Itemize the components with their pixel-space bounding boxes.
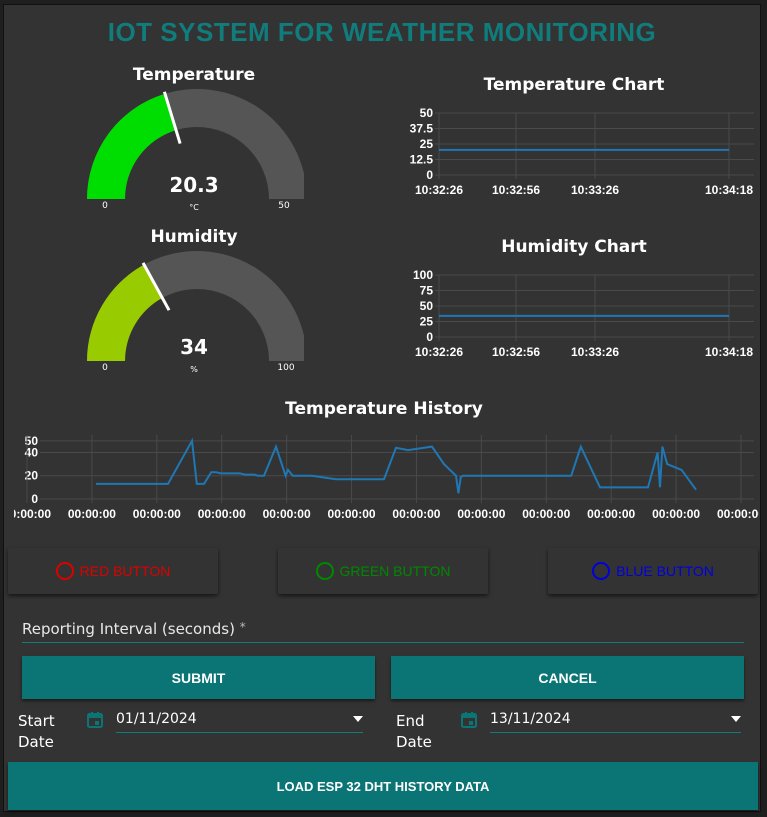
cancel-button[interactable]: CANCEL <box>391 656 744 699</box>
x-tick-label: 10:32:26 <box>415 183 463 197</box>
y-tick-label: 0 <box>31 492 38 506</box>
y-tick-label: 50 <box>420 299 434 313</box>
temperature-gauge-unit: °C <box>189 203 199 212</box>
humidity-chart-title: Humidity Chart <box>501 237 647 257</box>
dashboard-frame: IOT SYSTEM FOR WEATHER MONITORING Temper… <box>3 4 761 812</box>
series-line <box>96 437 697 494</box>
y-tick-label: 12.5 <box>410 153 434 167</box>
temperature-history-title: Temperature History <box>285 399 483 419</box>
x-tick-label: 00:00:00 <box>198 507 246 521</box>
humidity-gauge-min: 0 <box>102 363 108 373</box>
y-tick-label: 50 <box>420 106 434 120</box>
y-tick-label: 75 <box>420 284 434 298</box>
start-date-value: 01/11/2024 <box>116 711 197 727</box>
temperature-gauge-min: 0 <box>102 201 108 211</box>
end-date-value: 13/11/2024 <box>490 711 571 727</box>
load-history-button[interactable]: LOAD ESP 32 DHT HISTORY DATA <box>8 762 758 810</box>
y-tick-label: 0 <box>426 168 433 182</box>
humidity-chart: 100 7550 25010:32:26 10:32:56 10:33:26 10:34:… <box>413 268 754 359</box>
reporting-interval-underline <box>22 642 744 643</box>
x-tick-label: 00:00:00 <box>717 507 759 521</box>
required-mark: * <box>239 620 246 634</box>
red-button-label: RED BUTTON <box>79 563 171 579</box>
x-tick-label: 00:00:00 <box>14 507 51 521</box>
temperature-gauge-value: 20.3 <box>169 173 219 197</box>
green-radio-icon <box>315 562 334 580</box>
x-tick-label: 00:00:00 <box>457 507 505 521</box>
end-date-field[interactable]: 13/11/2024 <box>490 708 741 733</box>
x-tick-label: 00:00:00 <box>263 507 311 521</box>
temperature-gauge-max: 50 <box>278 201 290 211</box>
x-tick-label: 00:00:00 <box>652 507 700 521</box>
x-tick-label: 10:33:26 <box>571 345 619 359</box>
end-date-label: End Date <box>396 712 432 751</box>
chevron-down-icon[interactable] <box>731 716 741 722</box>
calendar-icon[interactable] <box>460 711 478 729</box>
x-tick-label: 00:00:00 <box>133 507 181 521</box>
start-date-label: Start Date <box>18 712 55 751</box>
x-tick-label: 00:00:00 <box>328 507 376 521</box>
reporting-interval-label: Reporting Interval (seconds) <box>22 620 235 638</box>
red-radio-icon <box>55 562 74 580</box>
y-tick-label: 25 <box>420 137 434 151</box>
green-button-label: GREEN BUTTON <box>339 563 451 579</box>
x-tick-label: 00:00:00 <box>392 507 440 521</box>
humidity-gauge-value: 34 <box>180 335 208 359</box>
page-title: IOT SYSTEM FOR WEATHER MONITORING <box>107 17 657 47</box>
temperature-gauge-label: Temperature <box>132 65 256 85</box>
x-tick-label: 10:34:18 <box>705 345 753 359</box>
red-button[interactable]: RED BUTTON <box>8 548 218 594</box>
x-tick-label: 10:32:56 <box>492 345 540 359</box>
y-tick-label: 37.5 <box>410 122 434 136</box>
x-tick-label: 10:32:26 <box>415 345 463 359</box>
blue-button-label: BLUE BUTTON <box>616 563 714 579</box>
x-tick-label: 00:00:00 <box>587 507 635 521</box>
blue-radio-icon <box>592 562 611 580</box>
blue-button[interactable]: BLUE BUTTON <box>548 548 758 594</box>
submit-button[interactable]: SUBMIT <box>22 656 375 699</box>
humidity-gauge-unit: % <box>190 365 198 374</box>
y-tick-label: 0 <box>426 330 433 344</box>
humidity-gauge-max: 100 <box>277 363 295 373</box>
x-tick-label: 10:34:18 <box>705 183 753 197</box>
y-tick-label: 25 <box>420 315 434 329</box>
chevron-down-icon[interactable] <box>353 716 363 722</box>
humidity-gauge-label: Humidity <box>150 227 238 247</box>
x-tick-label: 10:33:26 <box>571 183 619 197</box>
green-button[interactable]: GREEN BUTTON <box>278 548 488 594</box>
temperature-chart-title: Temperature Chart <box>483 75 665 95</box>
x-tick-label: 10:32:56 <box>492 183 540 197</box>
x-tick-label: 00:00:00 <box>68 507 116 521</box>
reporting-interval-input[interactable]: Reporting Interval (seconds) * <box>22 620 246 638</box>
x-tick-label: 00:00:00 <box>522 507 570 521</box>
temperature-chart: 50 37.525 12.5010:32:26 10:32:56 10:33:26 10:… <box>410 106 754 197</box>
temperature-history-chart: 504020000:00:0000:00:0000:00:0000:00:000… <box>14 434 759 521</box>
calendar-icon[interactable] <box>86 711 104 729</box>
y-tick-label: 100 <box>413 268 433 282</box>
start-date-field[interactable]: 01/11/2024 <box>116 708 363 733</box>
